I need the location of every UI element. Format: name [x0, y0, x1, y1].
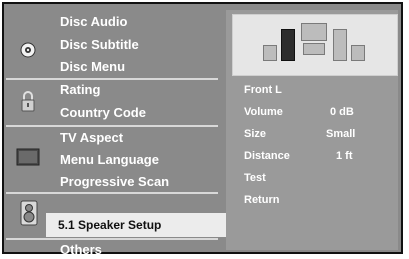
speaker-rear-left[interactable] — [263, 45, 277, 61]
size-label[interactable]: Size — [244, 128, 266, 140]
speaker-center[interactable] — [301, 23, 327, 41]
volume-label[interactable]: Volume — [244, 106, 283, 118]
menu-item-disc-menu[interactable]: Disc Menu — [60, 59, 125, 74]
setup-menu: Disc Audio Disc Subtitle Disc Menu Ratin… — [6, 6, 232, 257]
menu-divider — [6, 78, 218, 80]
menu-item-country-code[interactable]: Country Code — [60, 105, 146, 120]
menu-divider — [6, 125, 218, 127]
speaker-subwoofer[interactable] — [303, 43, 325, 55]
lock-icon — [20, 90, 36, 112]
menu-item-progressive-scan[interactable]: Progressive Scan — [60, 174, 169, 189]
menu-item-tv-aspect[interactable]: TV Aspect — [60, 130, 123, 145]
disc-icon — [20, 42, 36, 58]
menu-item-disc-subtitle[interactable]: Disc Subtitle — [60, 37, 139, 52]
test-option[interactable]: Test — [244, 172, 266, 184]
speaker-icon — [20, 200, 38, 226]
channel-label: Front L — [244, 84, 282, 96]
dvd-setup-screen: Disc Audio Disc Subtitle Disc Menu Ratin… — [0, 0, 409, 259]
menu-item-others[interactable]: Others — [60, 242, 102, 257]
menu-item-rating[interactable]: Rating — [60, 82, 100, 97]
tv-icon — [16, 148, 40, 166]
speaker-layout-diagram — [232, 14, 398, 76]
menu-item-speaker-setup[interactable]: 5.1 Speaker Setup — [46, 213, 232, 237]
volume-value[interactable]: 0 dB — [330, 106, 354, 118]
speaker-front-left[interactable] — [281, 29, 295, 61]
return-option[interactable]: Return — [244, 194, 279, 206]
speaker-setup-panel: Front L Volume 0 dB Size Small Distance … — [226, 10, 398, 250]
speaker-rear-right[interactable] — [351, 45, 365, 61]
menu-item-menu-language[interactable]: Menu Language — [60, 152, 159, 167]
menu-divider — [6, 192, 218, 194]
speaker-front-right[interactable] — [333, 29, 347, 61]
size-value[interactable]: Small — [326, 128, 355, 140]
menu-divider — [6, 238, 218, 240]
menu-item-disc-audio[interactable]: Disc Audio — [60, 14, 127, 29]
distance-label[interactable]: Distance — [244, 150, 290, 162]
distance-value[interactable]: 1 ft — [336, 150, 353, 162]
